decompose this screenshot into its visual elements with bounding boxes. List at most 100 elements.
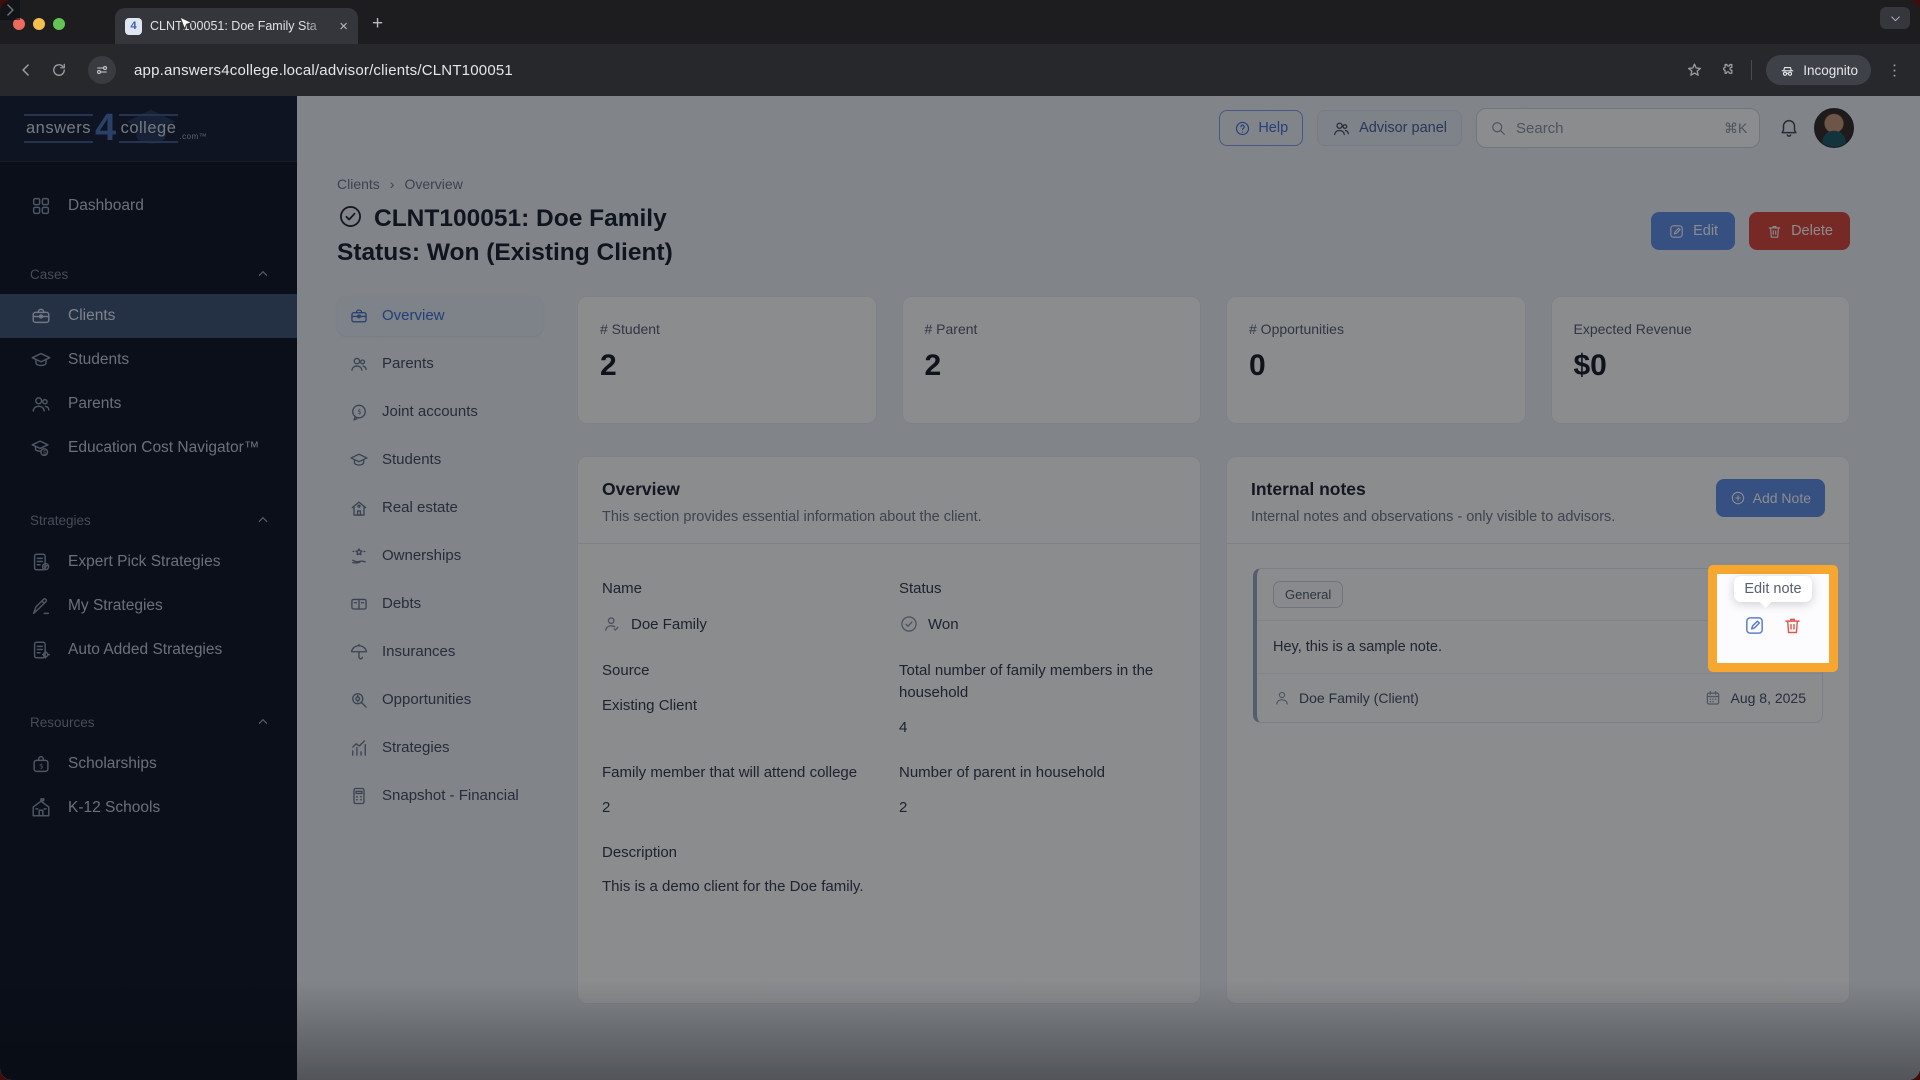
- subnav-debts[interactable]: Debts: [337, 584, 543, 624]
- detail-area: # Student 2 # Parent 2 # Opportunities 0: [577, 295, 1850, 1004]
- bookmark-star-icon[interactable]: [1685, 61, 1704, 80]
- subnav-parents[interactable]: Parents: [337, 344, 543, 384]
- field-description: Description This is a demo client for th…: [602, 842, 1176, 896]
- new-tab-button[interactable]: +: [372, 13, 383, 35]
- edit-note-button[interactable]: [1743, 614, 1766, 640]
- tab-favicon-icon: 4: [125, 17, 142, 35]
- delete-button[interactable]: Delete: [1749, 212, 1850, 250]
- status-check-icon: [337, 203, 364, 230]
- stat-value: 2: [924, 348, 942, 382]
- chat-dollar-icon: [349, 402, 369, 422]
- add-note-button[interactable]: Add Note: [1715, 478, 1825, 517]
- stat-label: # Parent: [924, 320, 978, 337]
- sidebar-item-education-cost-navigator[interactable]: Education Cost Navigator™: [0, 426, 297, 470]
- advisor-panel-button[interactable]: Advisor panel: [1317, 110, 1462, 146]
- subnav-label: Debts: [382, 595, 422, 613]
- subnav-real-estate[interactable]: Real estate: [337, 488, 543, 528]
- subnav-students[interactable]: Students: [337, 440, 543, 480]
- search-input[interactable]: [1516, 119, 1715, 137]
- subnav-joint-accounts[interactable]: Joint accounts: [337, 392, 543, 432]
- search-bulb-icon: [349, 690, 369, 710]
- field-label: Status: [899, 579, 942, 597]
- breadcrumb-overview[interactable]: Overview: [404, 176, 462, 192]
- chevron-up-icon: [255, 512, 271, 528]
- sidebar-section-resources[interactable]: Resources: [0, 712, 297, 732]
- subnav-insurances[interactable]: Insurances: [337, 632, 543, 672]
- sidebar-item-clients[interactable]: Clients: [0, 294, 297, 338]
- sidebar-item-label: Education Cost Navigator™: [68, 439, 260, 456]
- logo-text: answers 4 college .com™: [24, 107, 208, 150]
- close-window-button[interactable]: [13, 18, 25, 30]
- field-parents-household: Number of parent in household 2: [899, 762, 1176, 816]
- notes-card-title: Internal notes: [1251, 478, 1366, 499]
- sidebar-item-label: K-12 Schools: [68, 799, 161, 816]
- extensions-icon[interactable]: [1718, 61, 1737, 80]
- sidebar-item-label: Expert Pick Strategies: [68, 553, 221, 570]
- sidebar-item-scholarships[interactable]: Scholarships: [0, 742, 297, 786]
- dashboard-icon: [30, 195, 52, 217]
- sidebar-item-dashboard[interactable]: Dashboard: [0, 184, 297, 228]
- app-logo[interactable]: answers 4 college .com™: [0, 96, 297, 162]
- subnav-strategies[interactable]: Strategies: [337, 728, 543, 768]
- stat-card-opportunities: # Opportunities 0: [1226, 295, 1526, 424]
- tab-close-icon[interactable]: ×: [339, 19, 348, 34]
- logo-part-com: .com™: [179, 131, 208, 141]
- sidebar-item-expert-pick-strategies[interactable]: Expert Pick Strategies: [0, 540, 297, 584]
- breadcrumb: Clients › Overview: [337, 176, 1850, 192]
- logo-part-4: 4: [94, 107, 117, 150]
- sidebar-item-auto-added-strategies[interactable]: Auto Added Strategies: [0, 628, 297, 672]
- browser-window: 4 CLNT100051: Doe Family Sta × + app.ans…: [0, 0, 1920, 1080]
- app-header: Help Advisor panel ⌘K: [297, 96, 1920, 160]
- sidebar-section-cases[interactable]: Cases: [0, 264, 297, 284]
- sidebar-nav: Dashboard Cases Clients Students Parents: [0, 162, 297, 830]
- notifications-bell-icon[interactable]: [1778, 117, 1800, 139]
- notes-card-subtitle: Internal notes and observations - only v…: [1251, 508, 1616, 525]
- subnav-label: Overview: [382, 307, 445, 325]
- subnav-overview[interactable]: Overview: [337, 295, 543, 336]
- delete-label: Delete: [1791, 223, 1833, 239]
- browser-menu-icon[interactable]: [1885, 61, 1904, 80]
- edit-pencil-icon: [1668, 223, 1685, 240]
- chevron-up-icon: [255, 266, 271, 282]
- browser-tab[interactable]: 4 CLNT100051: Doe Family Sta ×: [115, 8, 358, 44]
- stat-label: # Student: [600, 320, 660, 337]
- page-title-line1: CLNT100051: Doe Family: [374, 205, 667, 232]
- subnav-ownerships[interactable]: Ownerships: [337, 536, 543, 576]
- help-button[interactable]: Help: [1219, 110, 1304, 146]
- maximize-window-button[interactable]: [53, 18, 65, 30]
- subnav-snapshot-financial[interactable]: Snapshot - Financial: [337, 776, 543, 816]
- section-label: Strategies: [30, 512, 91, 528]
- user-avatar[interactable]: [1814, 108, 1854, 148]
- logo-part-college: college: [118, 114, 179, 143]
- subnav-opportunities[interactable]: Opportunities: [337, 680, 543, 720]
- subnav-label: Snapshot - Financial: [382, 787, 519, 805]
- url-text[interactable]: app.answers4college.local/advisor/client…: [134, 62, 1671, 79]
- chevron-up-icon: [255, 714, 271, 730]
- minimize-window-button[interactable]: [33, 18, 45, 30]
- sidebar-item-my-strategies[interactable]: My Strategies: [0, 584, 297, 628]
- reload-icon[interactable]: [50, 61, 68, 79]
- edit-button[interactable]: Edit: [1651, 212, 1736, 250]
- back-icon[interactable]: [16, 60, 36, 80]
- subnav-label: Students: [382, 451, 442, 469]
- sidebar-section-strategies[interactable]: Strategies: [0, 510, 297, 530]
- tab-search-button[interactable]: [1880, 7, 1910, 29]
- question-circle-icon: [1234, 120, 1251, 137]
- note-date-label: Aug 8, 2025: [1730, 689, 1806, 706]
- delete-note-button[interactable]: [1782, 615, 1803, 639]
- search-box[interactable]: ⌘K: [1476, 108, 1760, 148]
- breadcrumb-clients[interactable]: Clients: [337, 176, 380, 192]
- page-content: Clients › Overview CLNT100051: Doe Famil…: [297, 160, 1920, 1080]
- sidebar-item-students[interactable]: Students: [0, 338, 297, 382]
- document-gear-icon: [30, 639, 52, 661]
- section-label: Cases: [30, 266, 69, 282]
- field-attend-college: Family member that will attend college 2: [602, 762, 879, 816]
- search-icon: [1489, 119, 1507, 137]
- sidebar-item-parents[interactable]: Parents: [0, 382, 297, 426]
- sidebar-item-k12-schools[interactable]: K-12 Schools: [0, 786, 297, 830]
- site-info-icon[interactable]: [88, 56, 116, 84]
- stat-value: $0: [1573, 348, 1607, 382]
- school-building-icon: [30, 797, 52, 819]
- briefcase-icon: [30, 305, 52, 327]
- incognito-badge: Incognito: [1766, 55, 1871, 85]
